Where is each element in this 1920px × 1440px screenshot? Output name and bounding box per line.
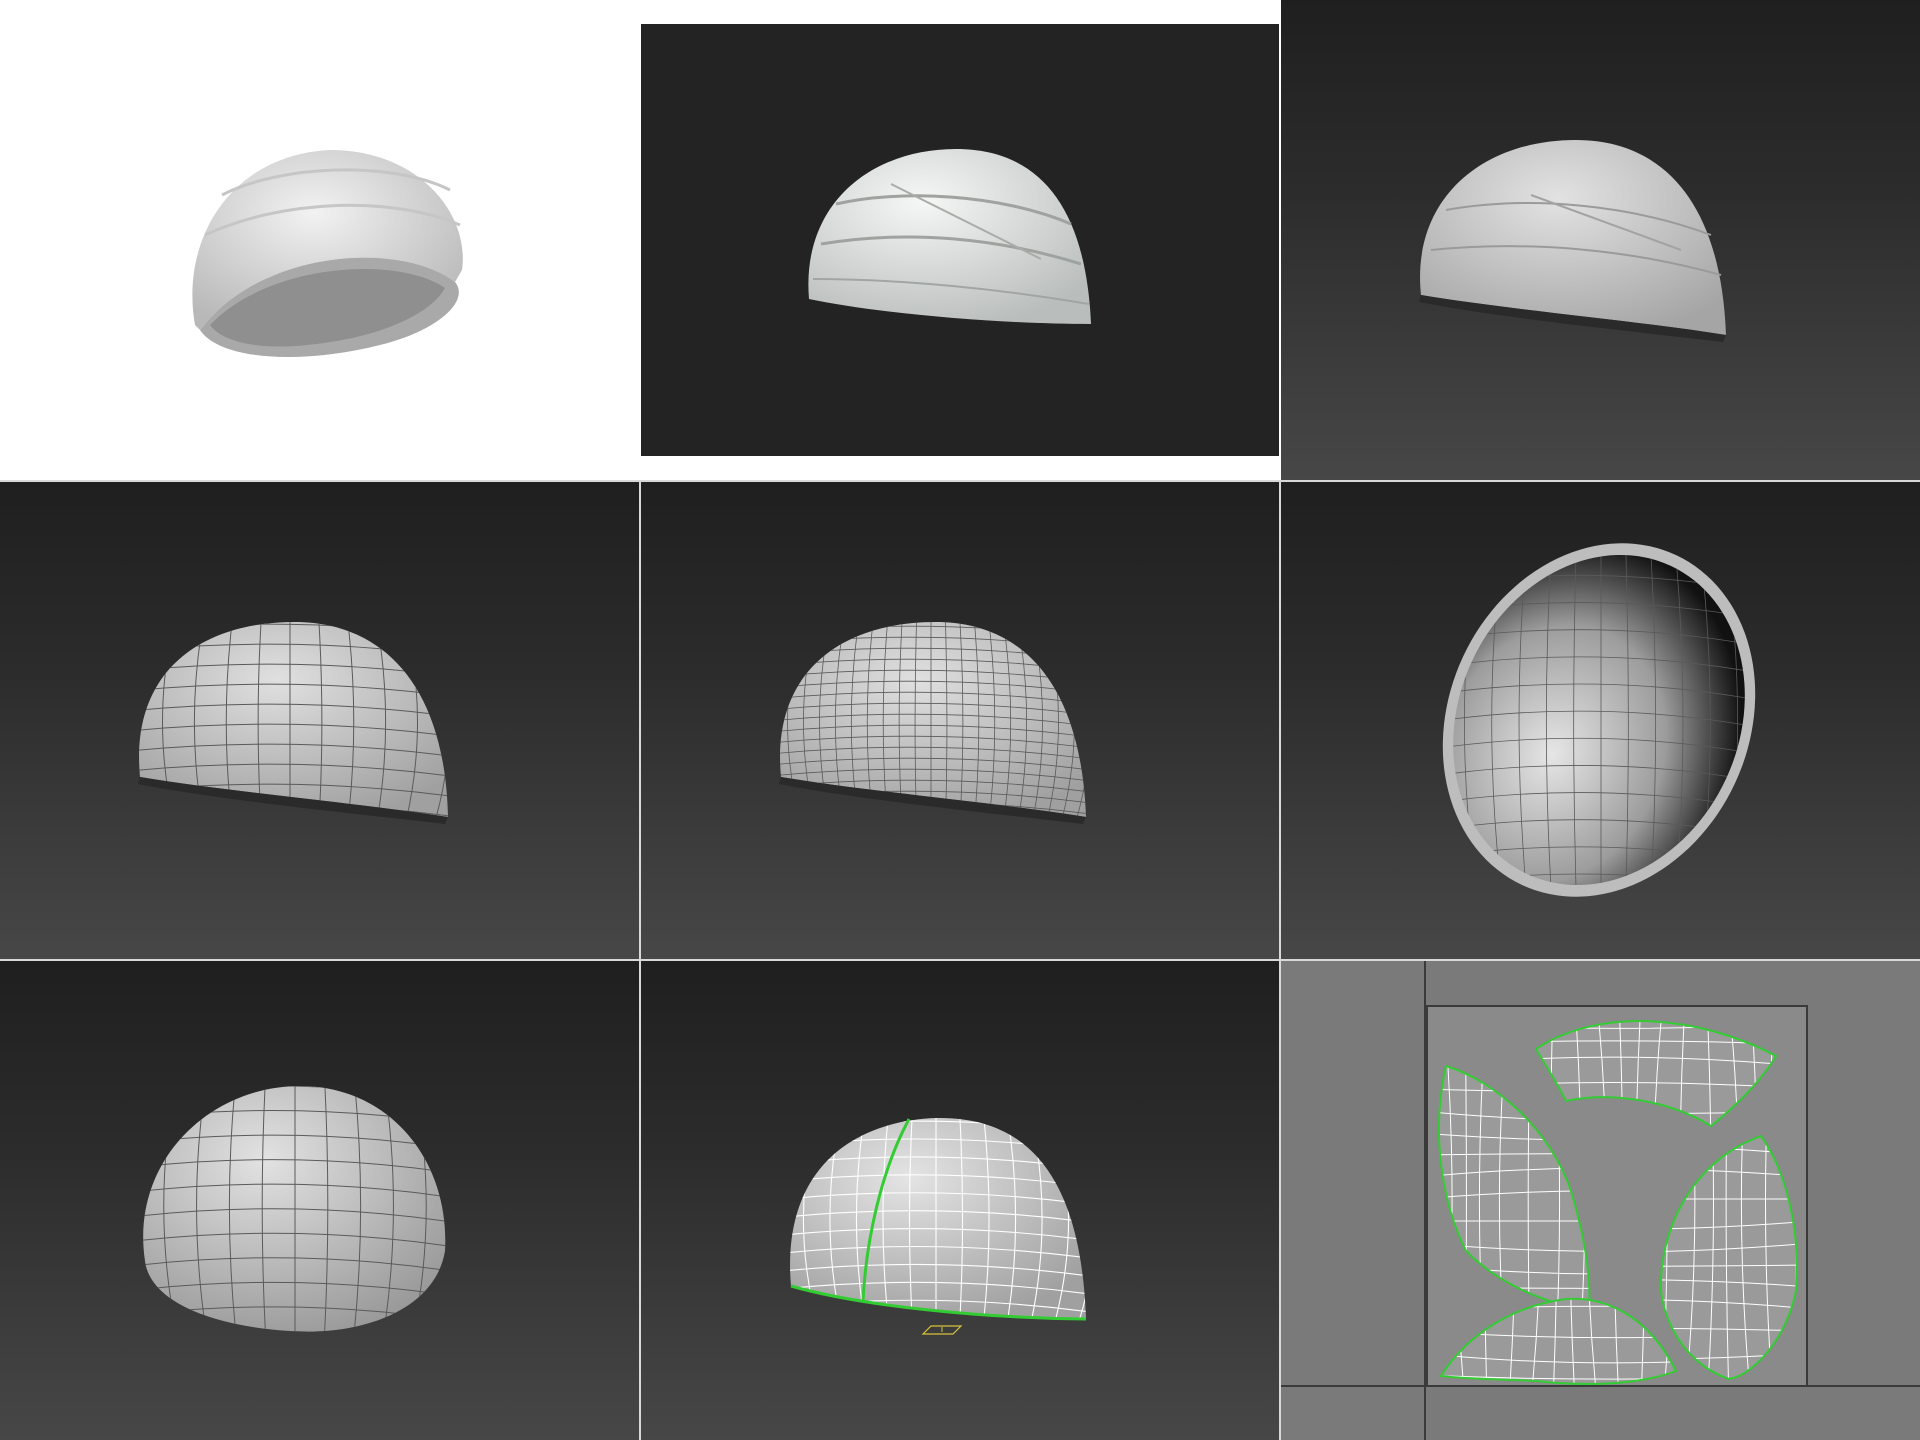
helmet-wireframe-high [779, 622, 1086, 824]
panel-uv-editor[interactable] [1281, 961, 1920, 1440]
panel-viewport-uv-seams[interactable] [641, 961, 1279, 1440]
grid-separator-h2 [0, 959, 1920, 961]
helmet-wireframe-tilted [143, 1086, 446, 1332]
helmet-render-front [808, 149, 1091, 324]
uv-layout [1281, 961, 1920, 1440]
panel-dark-render [641, 24, 1279, 456]
grid-separator-h1 [0, 480, 1920, 482]
panel-viewport-tilted-wireframe[interactable] [0, 961, 639, 1440]
helmet-wireframe-seams [790, 1117, 1087, 1335]
panel-viewport-shaded[interactable] [1281, 0, 1920, 480]
helmet-wireframe-low [138, 622, 448, 824]
helmet-render-tilted [192, 150, 463, 357]
helmet-interior-view [1409, 520, 1793, 920]
panel-viewport-wireframe-low[interactable] [0, 482, 639, 959]
pivot-gizmo-icon[interactable] [921, 1325, 963, 1335]
panel-viewport-wireframe-high[interactable] [641, 482, 1279, 959]
helmet-viewport-shaded [1419, 140, 1726, 342]
panel-viewport-interior[interactable] [1281, 482, 1920, 959]
panel-white-background-render [0, 0, 640, 480]
